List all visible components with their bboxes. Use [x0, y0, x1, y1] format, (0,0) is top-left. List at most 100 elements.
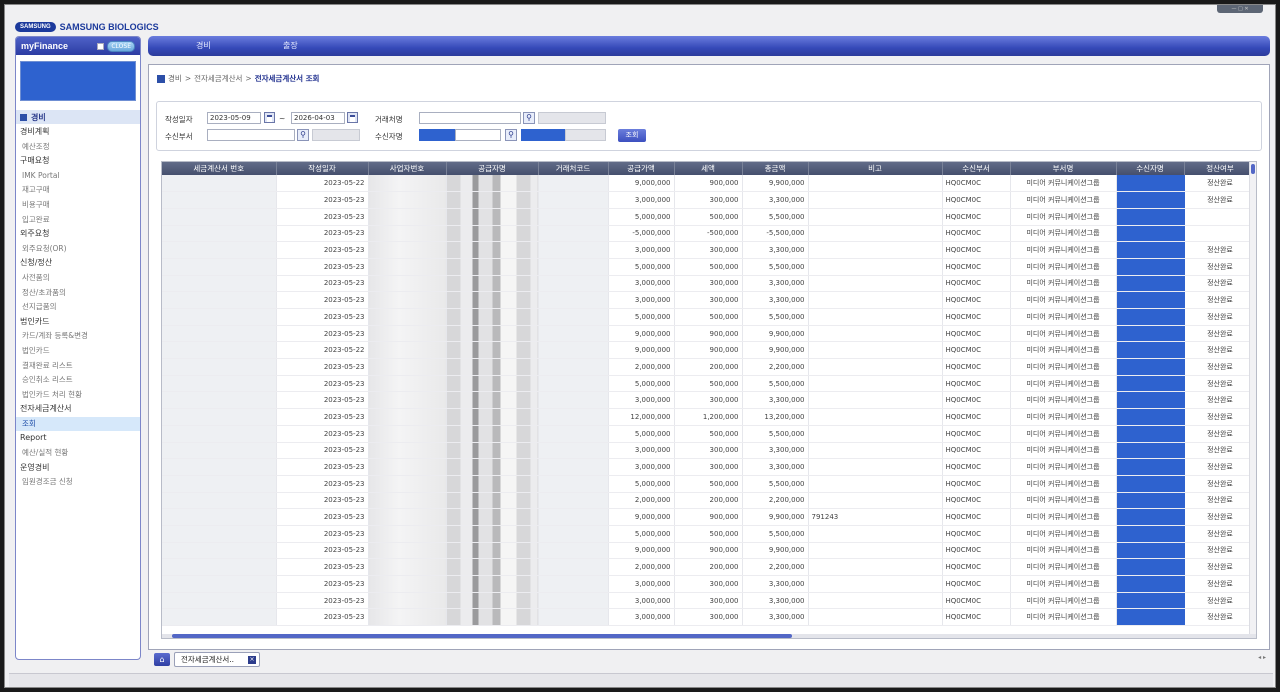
vertical-scrollbar[interactable] [1249, 162, 1256, 638]
sidebar-item[interactable]: 비용구매 [16, 198, 140, 213]
sidebar-item[interactable]: 예산조정 [16, 140, 140, 155]
sidebar-item[interactable]: 정산/초과품의 [16, 286, 140, 301]
column-header[interactable]: 세금계산서 번호 [162, 162, 277, 175]
sidebar-group[interactable]: 신청/정산 [16, 256, 140, 271]
vendor-input[interactable] [419, 112, 521, 124]
column-header[interactable]: 비고 [808, 162, 943, 175]
table-row[interactable]: 2023-05-23 2,000,000 200,000 2,200,000 HQ0CM… [162, 558, 1256, 576]
column-header[interactable]: 세액 [674, 162, 743, 175]
table-row[interactable]: 2023-05-23 5,000,000 500,000 5,500,000 HQ0CM… [162, 525, 1256, 543]
cell-tax: 300,000 [674, 191, 743, 209]
sidebar-group[interactable]: 전자세금계산서 [16, 402, 140, 417]
cell-vendor-code [538, 542, 609, 560]
search-icon[interactable]: ⚲ [297, 129, 309, 141]
sidebar-item[interactable]: 예산/실적 현황 [16, 446, 140, 461]
sidebar-item[interactable]: 재고구매 [16, 183, 140, 198]
date-to-input[interactable]: 2026-04-03 [291, 112, 345, 124]
table-row[interactable]: 2023-05-23 3,000,000 300,000 3,300,000 HQ0CM… [162, 592, 1256, 610]
sidebar-item[interactable]: 선지급품의 [16, 300, 140, 315]
close-icon[interactable]: × [248, 656, 256, 664]
table-row[interactable]: 2023-05-23 5,000,000 500,000 5,500,000 HQ0CM… [162, 208, 1256, 226]
sidebar-item[interactable]: 외주요청(OR) [16, 242, 140, 257]
receiver-input[interactable] [455, 129, 501, 141]
cell-dept-code: HQ0CM0C [942, 191, 1011, 209]
tab-scroll-arrows[interactable]: ◂ ▸ [1258, 654, 1266, 661]
table-row[interactable]: 2023-05-23 3,000,000 300,000 3,300,000 HQ0CM… [162, 608, 1256, 627]
search-icon[interactable]: ⚲ [523, 112, 535, 124]
scroll-thumb[interactable] [1251, 164, 1255, 174]
table-row[interactable]: 2023-05-23 3,000,000 300,000 3,300,000 HQ0CM… [162, 241, 1256, 259]
column-header[interactable]: 총금액 [742, 162, 809, 175]
table-row[interactable]: 2023-05-23 3,000,000 300,000 3,300,000 HQ0CM… [162, 458, 1256, 476]
sidebar-item[interactable]: 법인카드 [16, 344, 140, 359]
cell-dept-code: HQ0CM0C [942, 275, 1011, 293]
cell-total: 9,900,000 [742, 325, 809, 343]
sidebar-item[interactable]: 입고완료 [16, 213, 140, 228]
table-row[interactable]: 2023-05-23 5,000,000 500,000 5,500,000 HQ0CM… [162, 308, 1256, 326]
dept-input[interactable] [207, 129, 295, 141]
sidebar-item[interactable]: 승인취소 리스트 [16, 373, 140, 388]
table-row[interactable]: 2023-05-23 3,000,000 300,000 3,300,000 HQ0CM… [162, 275, 1256, 293]
search-icon[interactable]: ⚲ [505, 129, 517, 141]
breadcrumb-item[interactable]: 전자세금계산서 [194, 73, 242, 84]
scroll-thumb[interactable] [172, 634, 792, 638]
table-row[interactable]: 2023-05-23 5,000,000 500,000 5,500,000 HQ0CM… [162, 375, 1256, 393]
table-row[interactable]: 2023-05-23 -5,000,000 -500,000 -5,500,000 HQ… [162, 225, 1256, 243]
table-row[interactable]: 2023-05-22 9,000,000 900,000 9,900,000 HQ0CM… [162, 341, 1256, 360]
calendar-icon[interactable] [264, 112, 275, 123]
table-row[interactable]: 2023-05-23 5,000,000 500,000 5,500,000 HQ0CM… [162, 475, 1256, 493]
sidebar-group[interactable]: Report [16, 431, 140, 446]
table-row[interactable]: 2023-05-23 5,000,000 500,000 5,500,000 HQ0CM… [162, 425, 1256, 443]
table-row[interactable]: 2023-05-23 12,000,000 1,200,000 13,200,000 H… [162, 408, 1256, 426]
column-header[interactable]: 공급자명 [446, 162, 539, 175]
table-row[interactable]: 2023-05-23 9,000,000 900,000 9,900,000 HQ0CM… [162, 325, 1256, 343]
sidebar-item[interactable]: 결재완료 리스트 [16, 359, 140, 374]
table-row[interactable]: 2023-05-23 3,000,000 300,000 3,300,000 HQ0CM… [162, 575, 1256, 593]
horizontal-scrollbar[interactable] [162, 634, 1256, 638]
table-row[interactable]: 2023-05-23 5,000,000 500,000 5,500,000 HQ0CM… [162, 258, 1256, 276]
table-row[interactable]: 2023-05-23 3,000,000 300,000 3,300,000 HQ0CM… [162, 191, 1256, 209]
table-row[interactable]: 2023-05-23 9,000,000 900,000 9,900,000 79124… [162, 508, 1256, 526]
sidebar-close-button[interactable]: CLOSE [107, 40, 135, 52]
table-row[interactable]: 2023-05-22 9,000,000 900,000 9,900,000 HQ0CM… [162, 175, 1256, 193]
column-header[interactable]: 수신부서 [942, 162, 1011, 175]
tab-expense[interactable]: 경비 [196, 40, 211, 51]
sidebar-group[interactable]: 경비계획 [16, 125, 140, 140]
sidebar-section-header[interactable]: 경비 [16, 110, 140, 124]
table-row[interactable]: 2023-05-23 2,000,000 200,000 2,200,000 HQ0CM… [162, 358, 1256, 376]
sidebar-group[interactable]: 법인카드 [16, 315, 140, 330]
minimize-icon[interactable] [97, 42, 105, 50]
table-row[interactable]: 2023-05-23 3,000,000 300,000 3,300,000 HQ0CM… [162, 442, 1256, 460]
sidebar-item[interactable]: 법인카드 처리 현황 [16, 388, 140, 403]
sidebar-group[interactable]: 외주요청 [16, 227, 140, 242]
table-row[interactable]: 2023-05-23 3,000,000 300,000 3,300,000 HQ0CM… [162, 291, 1256, 309]
home-icon[interactable]: ⌂ [154, 653, 170, 666]
sidebar-item[interactable]: 임원경조금 신청 [16, 475, 140, 490]
cell-status: 정산완료 [1184, 608, 1256, 627]
open-document-tab[interactable]: 전자세금계산서.. × [174, 652, 260, 667]
calendar-icon[interactable] [347, 112, 358, 123]
sidebar-group[interactable]: 운영경비 [16, 461, 140, 476]
column-header[interactable]: 수신자명 [1116, 162, 1185, 175]
breadcrumb-item[interactable]: 경비 [168, 73, 182, 84]
tab-business-trip[interactable]: 출장 [283, 40, 298, 51]
sidebar-item[interactable]: IMK Portal [16, 169, 140, 184]
column-header[interactable]: 작성일자 [276, 162, 369, 175]
window-controls[interactable]: — □ ✕ [1217, 5, 1263, 13]
cell-total: 13,200,000 [742, 408, 809, 426]
column-header[interactable]: 거래처코드 [538, 162, 609, 175]
sidebar-item[interactable]: 사전품의 [16, 271, 140, 286]
column-header[interactable]: 정산여부 [1184, 162, 1256, 175]
table-row[interactable]: 2023-05-23 2,000,000 200,000 2,200,000 HQ0CM… [162, 492, 1256, 510]
column-header[interactable]: 사업자번호 [368, 162, 447, 175]
cell-biz-no [368, 375, 447, 393]
table-row[interactable]: 2023-05-23 9,000,000 900,000 9,900,000 HQ0CM… [162, 542, 1256, 560]
sidebar-item[interactable]: 카드/계좌 등록&변경 [16, 329, 140, 344]
column-header[interactable]: 부서명 [1010, 162, 1117, 175]
sidebar-group[interactable]: 구매요청 [16, 154, 140, 169]
sidebar-item[interactable]: 조회 [16, 416, 140, 432]
column-header[interactable]: 공급가액 [608, 162, 675, 175]
search-button[interactable]: 조회 [618, 129, 646, 142]
table-row[interactable]: 2023-05-23 3,000,000 300,000 3,300,000 HQ0CM… [162, 391, 1256, 410]
date-from-input[interactable]: 2023-05-09 [207, 112, 261, 124]
